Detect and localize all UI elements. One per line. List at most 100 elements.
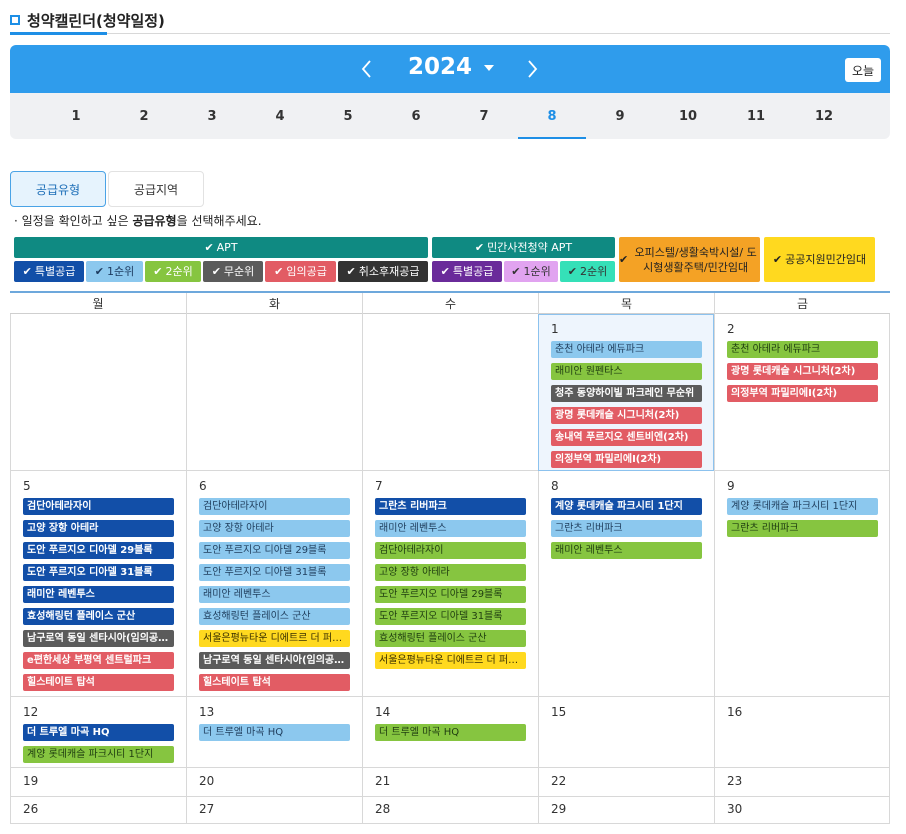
- month-tab-1[interactable]: 1: [42, 93, 110, 139]
- schedule-event[interactable]: 서울은평뉴타운 디에트르 더 퍼스트: [375, 652, 526, 669]
- schedule-event[interactable]: 그란츠 리버파크: [375, 498, 526, 515]
- day-number: 28: [375, 802, 391, 816]
- month-tab-4[interactable]: 4: [246, 93, 314, 139]
- day-number: 9: [727, 479, 735, 493]
- schedule-event[interactable]: 송내역 푸르지오 센트비엔(2차): [551, 429, 702, 446]
- schedule-event[interactable]: 더 트루엘 마곡 HQ: [375, 724, 526, 741]
- legend-presale-item-0[interactable]: ✔ 특별공급: [432, 261, 502, 282]
- schedule-event[interactable]: 효성해링턴 플레이스 군산: [23, 608, 174, 625]
- schedule-event[interactable]: 힐스테이트 탑석: [199, 674, 350, 691]
- legend-apt-item-4[interactable]: ✔ 임의공급: [265, 261, 336, 282]
- schedule-event[interactable]: 고양 장항 아테라: [23, 520, 174, 537]
- page-title: 청약캘린더(청약일정): [27, 11, 165, 30]
- month-tab-10[interactable]: 10: [654, 93, 722, 139]
- schedule-event[interactable]: 더 트루엘 마곡 HQ: [199, 724, 350, 741]
- legend-apt-item-5[interactable]: ✔ 취소후재공급: [338, 261, 428, 282]
- weekday-1: 화: [186, 293, 362, 314]
- legend-public[interactable]: ✔ 공공지원민간임대: [764, 237, 875, 282]
- calendar-grid: 월 화수목금 1 춘천 아테라 에듀파크 래미안 원펜타스 청주 동양하이빌 파크레인 …: [10, 291, 890, 824]
- schedule-event[interactable]: 도안 푸르지오 디아델 29블록: [199, 542, 350, 559]
- schedule-event[interactable]: 래미안 레벤투스: [551, 542, 702, 559]
- schedule-event[interactable]: 광명 롯데캐슬 시그니처(2차): [727, 363, 878, 380]
- schedule-event[interactable]: 춘천 아테라 에듀파크: [551, 341, 702, 358]
- schedule-event[interactable]: 래미안 레벤투스: [375, 520, 526, 537]
- check-icon: ✔: [274, 265, 284, 278]
- calendar-day-cell: 23: [714, 768, 890, 797]
- schedule-event[interactable]: 도안 푸르지오 디아델 29블록: [375, 586, 526, 603]
- schedule-event[interactable]: 도안 푸르지오 디아델 31블록: [375, 608, 526, 625]
- caret-down-icon[interactable]: [484, 65, 494, 71]
- schedule-event[interactable]: 그란츠 리버파크: [727, 520, 878, 537]
- legend-apt-item-1[interactable]: ✔ 1순위: [86, 261, 143, 282]
- legend-presale-item-2[interactable]: ✔ 2순위: [560, 261, 615, 282]
- month-tab-12[interactable]: 12: [790, 93, 858, 139]
- month-tab-5[interactable]: 5: [314, 93, 382, 139]
- month-tab-2[interactable]: 2: [110, 93, 178, 139]
- legend-apt-item-3[interactable]: ✔ 무순위: [203, 261, 263, 282]
- today-button[interactable]: 오늘: [845, 58, 881, 82]
- next-year-arrow-icon[interactable]: [520, 55, 544, 83]
- schedule-event[interactable]: 계양 롯데캐슬 파크시티 1단지: [23, 746, 174, 763]
- title-divider: [10, 33, 890, 34]
- schedule-event[interactable]: 고양 장항 아테라: [199, 520, 350, 537]
- day-number: 27: [199, 802, 215, 816]
- schedule-event[interactable]: 의정부역 파밀리에Ⅰ(2차): [727, 385, 878, 402]
- schedule-event[interactable]: 청주 동양하이빌 파크레인 무순위: [551, 385, 702, 402]
- legend-apt-item-0-label: 특별공급: [34, 265, 76, 278]
- schedule-event[interactable]: 검단아테라자이: [199, 498, 350, 515]
- schedule-event[interactable]: 서울은평뉴타운 디에트르 더 퍼스트: [199, 630, 350, 647]
- schedule-event[interactable]: 계양 롯데캐슬 파크시티 1단지: [727, 498, 878, 515]
- day-number: 23: [727, 774, 743, 788]
- calendar-day-cell: 1 춘천 아테라 에듀파크 래미안 원펜타스 청주 동양하이빌 파크레인 무순위 광명 …: [538, 314, 714, 471]
- schedule-event[interactable]: 효성해링턴 플레이스 군산: [199, 608, 350, 625]
- day-number: 20: [199, 774, 215, 788]
- legend-officetel[interactable]: ✔ 오피스텔/생활숙박시설/ 도시형생활주택/민간임대: [619, 237, 760, 282]
- tab-supply-region[interactable]: 공급지역: [108, 171, 204, 207]
- month-tab-3[interactable]: 3: [178, 93, 246, 139]
- schedule-event[interactable]: 래미안 레벤투스: [23, 586, 174, 603]
- schedule-event[interactable]: 춘천 아테라 에듀파크: [727, 341, 878, 358]
- schedule-event[interactable]: 힐스테이트 탑석: [23, 674, 174, 691]
- schedule-event[interactable]: 래미안 레벤투스: [199, 586, 350, 603]
- schedule-event[interactable]: 남구로역 동일 센타시아(임의공급): [199, 652, 350, 669]
- schedule-event[interactable]: 도안 푸르지오 디아델 31블록: [23, 564, 174, 581]
- schedule-event[interactable]: 계양 롯데캐슬 파크시티 1단지: [551, 498, 702, 515]
- schedule-event[interactable]: 도안 푸르지오 디아델 29블록: [23, 542, 174, 559]
- schedule-event[interactable]: 고양 장항 아테라: [375, 564, 526, 581]
- month-tab-7[interactable]: 7: [450, 93, 518, 139]
- day-number: 22: [551, 774, 567, 788]
- tab-supply-type[interactable]: 공급유형: [10, 171, 106, 207]
- calendar-day-cell: 2 춘천 아테라 에듀파크 광명 롯데캐슬 시그니처(2차) 의정부역 파밀리에Ⅰ(2…: [714, 314, 890, 471]
- schedule-event[interactable]: 그란츠 리버파크: [551, 520, 702, 537]
- legend-apt[interactable]: ✔ APT: [14, 237, 428, 258]
- legend-apt-item-2[interactable]: ✔ 2순위: [145, 261, 201, 282]
- schedule-event[interactable]: 검단아테라자이: [23, 498, 174, 515]
- legend-presale[interactable]: ✔ 민간사전청약 APT: [432, 237, 615, 258]
- schedule-event[interactable]: 더 트루엘 마곡 HQ: [23, 724, 174, 741]
- schedule-event[interactable]: 검단아테라자이: [375, 542, 526, 559]
- calendar-day-cell: 22: [538, 768, 714, 797]
- day-number: 5: [23, 479, 31, 493]
- calendar-day-cell: 13 더 트루엘 마곡 HQ: [186, 697, 362, 768]
- calendar-day-cell: 9 계양 롯데캐슬 파크시티 1단지그란츠 리버파크: [714, 471, 890, 697]
- calendar-day-cell: 6 검단아테라자이 고양 장항 아테라 도안 푸르지오 디아델 29블록 도안 푸르지오…: [186, 471, 362, 697]
- schedule-event[interactable]: 도안 푸르지오 디아델 31블록: [199, 564, 350, 581]
- schedule-event[interactable]: 광명 롯데캐슬 시그니처(2차): [551, 407, 702, 424]
- legend-apt-item-0[interactable]: ✔ 특별공급: [14, 261, 84, 282]
- calendar-day-cell: 12 더 트루엘 마곡 HQ 계양 롯데캐슬 파크시티 1단지: [10, 697, 186, 768]
- schedule-event[interactable]: 의정부역 파밀리에Ⅰ(2차): [551, 451, 702, 468]
- legend-presale-item-1[interactable]: ✔ 1순위: [504, 261, 558, 282]
- month-tab-11[interactable]: 11: [722, 93, 790, 139]
- day-number: 16: [727, 705, 743, 719]
- month-tab-8[interactable]: 8: [518, 93, 586, 139]
- day-number: 13: [199, 705, 215, 719]
- schedule-event[interactable]: 효성해링턴 플레이스 군산: [375, 630, 526, 647]
- schedule-event[interactable]: 래미안 원펜타스: [551, 363, 702, 380]
- legend-presale-label: 민간사전청약 APT: [487, 241, 573, 254]
- schedule-event[interactable]: 남구로역 동일 센타시아(임의공급): [23, 630, 174, 647]
- previous-year-arrow-icon[interactable]: [355, 55, 379, 83]
- month-tab-6[interactable]: 6: [382, 93, 450, 139]
- month-tab-9[interactable]: 9: [586, 93, 654, 139]
- year-selector[interactable]: 2024: [408, 54, 472, 80]
- schedule-event[interactable]: e편한세상 부평역 센트럴파크: [23, 652, 174, 669]
